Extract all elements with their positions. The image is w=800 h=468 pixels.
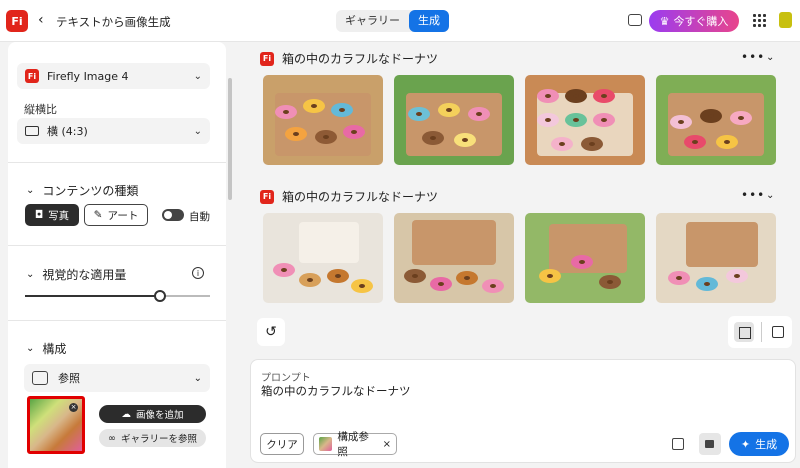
divider: [8, 245, 226, 246]
camera-icon: ◘: [34, 209, 44, 221]
history-button[interactable]: ↺: [257, 318, 285, 346]
result-group-title: 箱の中のカラフルなドーナツ: [282, 190, 439, 204]
chevron-left-icon[interactable]: ‹: [38, 12, 44, 28]
chevron-down-icon: ⌄: [193, 125, 202, 137]
model-value: Firefly Image 4: [47, 69, 129, 83]
visual-intensity-header[interactable]: ⌄ 視覚的な適用量: [26, 266, 126, 283]
slider-fill: [25, 295, 161, 297]
generated-image[interactable]: [394, 75, 514, 165]
browse-gallery-label: ギャラリーを参照: [120, 434, 197, 445]
sparkle-icon: ✦: [740, 437, 751, 451]
buy-now-label: 今すぐ購入: [673, 15, 729, 28]
prompt-label: プロンプト: [261, 373, 311, 384]
composition-title: 構成: [42, 342, 67, 356]
remove-icon[interactable]: ×: [69, 403, 78, 412]
reference-icon: [32, 371, 48, 385]
composition-header[interactable]: ⌄ 構成: [26, 340, 66, 357]
reference-label: 参照: [58, 372, 80, 385]
mode-switch: ギャラリー 生成: [336, 10, 449, 32]
crown-icon: ♛: [659, 14, 670, 28]
generated-image[interactable]: [263, 213, 383, 303]
prompt-input[interactable]: 箱の中のカラフルなドーナツ: [261, 383, 411, 399]
binoculars-icon: ∞: [108, 432, 116, 444]
chevron-down-icon: ⌄: [26, 269, 35, 280]
assistant-icon[interactable]: [779, 12, 792, 28]
image-settings-icon[interactable]: [672, 438, 684, 450]
photo-label: 写真: [48, 209, 70, 222]
grid-view-icon[interactable]: [734, 322, 754, 342]
apps-grid-icon[interactable]: [753, 14, 766, 27]
firefly-badge-icon: Fi: [260, 189, 274, 204]
divider: [8, 320, 226, 321]
result-group-header: Fi 箱の中のカラフルなドーナツ: [260, 188, 438, 205]
generated-image[interactable]: [525, 75, 645, 165]
result-group-header: Fi 箱の中のカラフルなドーナツ: [260, 50, 438, 67]
aspect-value: 横 (4:3): [47, 125, 88, 138]
add-image-button[interactable]: ☁ 画像を追加: [99, 405, 206, 423]
generated-image[interactable]: [263, 75, 383, 165]
generated-image[interactable]: [525, 213, 645, 303]
chevron-down-icon: ⌄: [193, 372, 202, 384]
more-options-icon[interactable]: •••: [741, 188, 765, 202]
generated-image[interactable]: [656, 213, 776, 303]
chevron-down-icon[interactable]: ⌄: [766, 52, 774, 63]
buy-now-button[interactable]: ♛ 今すぐ購入: [649, 10, 739, 32]
aspect-label: 縦横比: [24, 103, 57, 116]
aspect-ratio-icon: [25, 126, 39, 136]
chevron-down-icon: ⌄: [193, 70, 202, 82]
upload-cloud-icon: ☁: [121, 408, 131, 420]
more-options-icon[interactable]: •••: [741, 50, 765, 64]
feedback-icon[interactable]: [628, 14, 642, 26]
close-icon[interactable]: ×: [383, 439, 391, 450]
art-label: アート: [107, 209, 139, 222]
chevron-down-icon: ⌄: [26, 343, 35, 354]
history-icon: ↺: [265, 324, 277, 340]
top-bar: Fi ‹ テキストから画像生成 ギャラリー 生成 ♛ 今すぐ購入: [0, 0, 800, 42]
generate-label: 生成: [755, 438, 778, 451]
view-toggle: [728, 316, 792, 348]
page-title: テキストから画像生成: [56, 15, 171, 29]
single-view-icon[interactable]: [772, 326, 784, 338]
panel-scrollbar[interactable]: [228, 78, 232, 200]
reference-thumbnail: [319, 437, 333, 451]
firefly-badge-icon: Fi: [25, 69, 39, 83]
video-icon[interactable]: [699, 433, 721, 455]
photo-button[interactable]: ◘ 写真: [25, 204, 79, 226]
chevron-down-icon[interactable]: ⌄: [766, 190, 774, 201]
content-type-header[interactable]: ⌄ コンテンツの種類: [26, 182, 138, 199]
reference-image-thumbnail[interactable]: ×: [27, 396, 85, 454]
info-icon[interactable]: i: [192, 267, 204, 279]
generated-image[interactable]: [656, 75, 776, 165]
composition-reference-chip[interactable]: 構成参照 ×: [313, 431, 397, 458]
auto-label: 自動: [189, 211, 210, 223]
chevron-down-icon: ⌄: [26, 185, 35, 196]
tab-gallery[interactable]: ギャラリー: [336, 10, 409, 32]
firefly-logo[interactable]: Fi: [6, 10, 28, 32]
model-select[interactable]: Fi Firefly Image 4 ⌄: [17, 63, 210, 89]
brush-icon: ✎: [93, 209, 103, 221]
result-group-title: 箱の中のカラフルなドーナツ: [282, 52, 439, 66]
clear-button[interactable]: クリア: [260, 433, 304, 455]
auto-toggle[interactable]: [162, 209, 184, 221]
art-button[interactable]: ✎ アート: [84, 204, 148, 226]
firefly-badge-icon: Fi: [260, 51, 274, 66]
prompt-box[interactable]: プロンプト 箱の中のカラフルなドーナツ クリア 構成参照 × ✦ 生成: [250, 359, 796, 463]
generate-button[interactable]: ✦ 生成: [729, 432, 789, 456]
slider-handle[interactable]: [154, 290, 167, 302]
content-type-title: コンテンツの種類: [42, 184, 139, 198]
chip-label: 構成参照: [337, 431, 369, 458]
add-image-label: 画像を追加: [135, 410, 184, 421]
reference-select[interactable]: 参照 ⌄: [24, 364, 210, 392]
visual-intensity-title: 視覚的な適用量: [42, 268, 127, 282]
browse-gallery-button[interactable]: ∞ ギャラリーを参照: [99, 429, 206, 447]
tab-generate[interactable]: 生成: [409, 10, 449, 32]
divider: [8, 162, 226, 163]
generated-image[interactable]: [394, 213, 514, 303]
aspect-select[interactable]: 横 (4:3) ⌄: [17, 118, 210, 144]
